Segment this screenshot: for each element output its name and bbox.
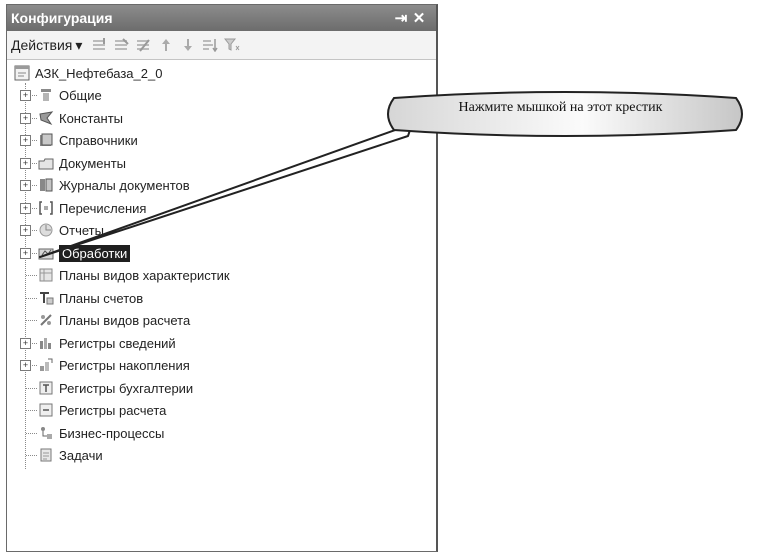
callout-text: Нажмите мышкой на этот крестик [458, 100, 663, 115]
expand-plus-icon[interactable]: + [20, 135, 31, 146]
sort-icon[interactable] [202, 36, 218, 54]
reports-icon [37, 222, 55, 238]
accumulation-registers-icon [37, 357, 55, 373]
expand-plus-icon[interactable]: + [20, 203, 31, 214]
tree-branch-line [26, 275, 37, 276]
chevron-down-icon: ▾ [75, 36, 83, 53]
tree-node-label: Перечисления [59, 200, 147, 216]
pin-icon[interactable]: ⇥ [392, 9, 410, 27]
expand-plus-icon[interactable]: + [20, 113, 31, 124]
panel-titlebar: Конфигурация ⇥ ✕ [7, 5, 436, 31]
processing-icon [37, 245, 55, 261]
tree-node-label: Планы счетов [59, 290, 144, 306]
tree-node-label: Регистры сведений [59, 335, 176, 351]
expand-plus-icon[interactable]: + [20, 248, 31, 259]
tree-node-reports[interactable]: Отчеты [37, 220, 104, 240]
actions-menu-button[interactable]: Действия ▾ [11, 37, 82, 54]
panel-toolbar: Действия ▾ [7, 31, 436, 60]
calculation-registers-icon [37, 402, 55, 418]
tree-node-label: Бизнес-процессы [59, 425, 165, 441]
catalogs-icon [37, 132, 55, 148]
tree-node-characteristic-plans[interactable]: Планы видов характеристик [37, 265, 230, 285]
tree-node-label: Задачи [59, 447, 103, 463]
tree-node-info-registers[interactable]: Регистры сведений [37, 333, 176, 353]
move-down-icon[interactable] [180, 36, 196, 54]
tree-node-label: Константы [59, 110, 123, 126]
tree-node-chart-of-accounts[interactable]: Планы счетов [37, 288, 143, 308]
expand-plus-icon[interactable]: + [20, 360, 31, 371]
tree-node-constants[interactable]: Константы [37, 108, 123, 128]
tree-root-label: АЗК_Нефтебаза_2_0 [35, 65, 163, 81]
chart-of-accounts-icon [37, 290, 55, 306]
tree-node-accounting-registers[interactable]: Регистры бухгалтерии [37, 378, 193, 398]
tree-node-label: Документы [59, 155, 127, 171]
move-up-icon[interactable] [158, 36, 174, 54]
tree-branch-line [26, 433, 37, 434]
expand-plus-icon[interactable]: + [20, 158, 31, 169]
tree-node-label: Журналы документов [59, 177, 190, 193]
tree-node-tasks[interactable]: Задачи [37, 445, 103, 465]
tree-node-calculation-registers[interactable]: Регистры расчета [37, 400, 166, 420]
configuration-panel: Конфигурация ⇥ ✕ Действия ▾ АЗК_Нефтебаз… [6, 4, 438, 552]
tree-node-label: Планы видов расчета [59, 312, 191, 328]
panel-title: Конфигурация [11, 10, 113, 26]
tree-node-business-processes[interactable]: Бизнес-процессы [37, 423, 164, 443]
edit-icon[interactable] [136, 36, 152, 54]
expand-plus-icon[interactable]: + [20, 90, 31, 101]
configuration-root-icon [13, 65, 31, 81]
business-processes-icon [37, 425, 55, 441]
tree-node-label: Отчеты [59, 222, 104, 238]
tree-root[interactable]: АЗК_Нефтебаза_2_0 [13, 63, 162, 83]
info-registers-icon [37, 335, 55, 351]
tree-node-label: Регистры бухгалтерии [59, 380, 194, 396]
tree-node-processing[interactable]: Обработки [37, 243, 131, 263]
tree-node-enums[interactable]: Перечисления [37, 198, 146, 218]
configuration-tree: АЗК_Нефтебаза_2_0 Общие + Константы + Справо… [7, 61, 436, 551]
tree-node-accumulation-registers[interactable]: Регистры накопления [37, 355, 190, 375]
tree-node-journals[interactable]: Журналы документов [37, 175, 190, 195]
tree-node-label: Обработки [59, 244, 131, 262]
tree-branch-line [26, 388, 37, 389]
tasks-icon [37, 447, 55, 463]
tree-node-common[interactable]: Общие [37, 85, 102, 105]
tree-node-label: Планы видов характеристик [59, 267, 230, 283]
common-icon [37, 87, 55, 103]
expand-plus-icon[interactable]: + [20, 225, 31, 236]
tree-branch-line [26, 410, 37, 411]
tree-node-documents[interactable]: Документы [37, 153, 126, 173]
documents-icon [37, 155, 55, 171]
tree-branch-line [26, 455, 37, 456]
add-icon[interactable] [92, 36, 108, 54]
tree-node-label: Справочники [59, 132, 138, 148]
tree-node-catalogs[interactable]: Справочники [37, 130, 138, 150]
tree-node-label: Регистры расчета [59, 402, 167, 418]
close-icon[interactable]: ✕ [410, 9, 428, 27]
journals-icon [37, 177, 55, 193]
expand-plus-icon[interactable]: + [20, 180, 31, 191]
tree-node-label: Регистры накопления [59, 357, 190, 373]
tree-branch-line [26, 320, 37, 321]
tree-branch-line [26, 298, 37, 299]
enums-icon [37, 200, 55, 216]
calculation-plans-icon [37, 312, 55, 328]
accounting-registers-icon [37, 380, 55, 396]
tree-node-label: Общие [59, 87, 102, 103]
tree-node-calculation-plans[interactable]: Планы видов расчета [37, 310, 190, 330]
copy-icon[interactable] [114, 36, 130, 54]
expand-plus-icon[interactable]: + [20, 338, 31, 349]
actions-menu-label: Действия [11, 37, 73, 53]
characteristic-plans-icon [37, 267, 55, 283]
filter-icon[interactable] [224, 36, 240, 54]
constants-icon [37, 110, 55, 126]
